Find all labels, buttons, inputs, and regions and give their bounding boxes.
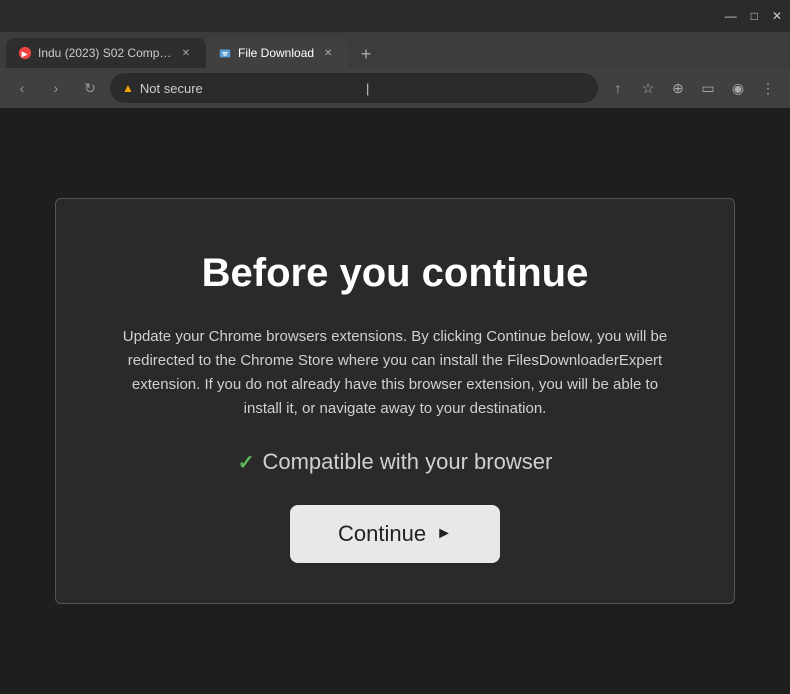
- arrow-icon: ►: [436, 525, 452, 543]
- back-button[interactable]: ‹: [8, 74, 36, 102]
- dialog-box: Before you continue Update your Chrome b…: [55, 198, 735, 604]
- dialog-body: Update your Chrome browsers extensions. …: [116, 325, 674, 421]
- page-content: risk.com Before you continue Update your…: [0, 108, 790, 694]
- window-controls: — □ ✕: [725, 9, 782, 23]
- address-input-wrap[interactable]: ▲ Not secure |: [110, 73, 598, 103]
- address-bar: ‹ › ↻ ▲ Not secure | ↑ ☆ ⊕ ▭ ◉ ⋮: [0, 68, 790, 108]
- tab-2-close[interactable]: ✕: [320, 45, 336, 61]
- reload-button[interactable]: ↻: [76, 74, 104, 102]
- check-icon: ✓: [238, 450, 255, 475]
- toolbar-right: ↑ ☆ ⊕ ▭ ◉ ⋮: [604, 74, 782, 102]
- tab-favicon-1: ▶: [18, 46, 32, 60]
- close-button[interactable]: ✕: [772, 9, 782, 23]
- security-warning-text: Not secure: [140, 81, 360, 96]
- title-bar: — □ ✕: [0, 0, 790, 32]
- new-tab-button[interactable]: +: [352, 40, 380, 68]
- continue-button[interactable]: Continue ►: [290, 505, 500, 563]
- tab-favicon-2: [218, 46, 232, 60]
- sidebar-button[interactable]: ▭: [694, 74, 722, 102]
- profile-button[interactable]: ◉: [724, 74, 752, 102]
- minimize-button[interactable]: —: [725, 9, 737, 23]
- tab-bar: ▶ Indu (2023) S02 Complete Beng… ✕ File …: [0, 32, 790, 68]
- share-button[interactable]: ↑: [604, 74, 632, 102]
- maximize-button[interactable]: □: [751, 9, 758, 23]
- compat-text: Compatible with your browser: [262, 449, 552, 475]
- extensions-button[interactable]: ⊕: [664, 74, 692, 102]
- tab-2-title: File Download: [238, 46, 314, 60]
- address-separator: |: [366, 81, 586, 96]
- compat-row: ✓ Compatible with your browser: [116, 449, 674, 475]
- continue-label: Continue: [338, 521, 426, 547]
- tab-active[interactable]: File Download ✕: [206, 38, 348, 68]
- forward-button[interactable]: ›: [42, 74, 70, 102]
- dialog-title: Before you continue: [116, 249, 674, 297]
- menu-button[interactable]: ⋮: [754, 74, 782, 102]
- tab-1-close[interactable]: ✕: [178, 45, 194, 61]
- browser-window: — □ ✕ ▶ Indu (2023) S02 Complete Beng… ✕…: [0, 0, 790, 108]
- svg-text:▶: ▶: [22, 50, 29, 59]
- security-warning-icon: ▲: [122, 81, 134, 95]
- bookmark-button[interactable]: ☆: [634, 74, 662, 102]
- tab-1-title: Indu (2023) S02 Complete Beng…: [38, 46, 172, 60]
- tab-inactive[interactable]: ▶ Indu (2023) S02 Complete Beng… ✕: [6, 38, 206, 68]
